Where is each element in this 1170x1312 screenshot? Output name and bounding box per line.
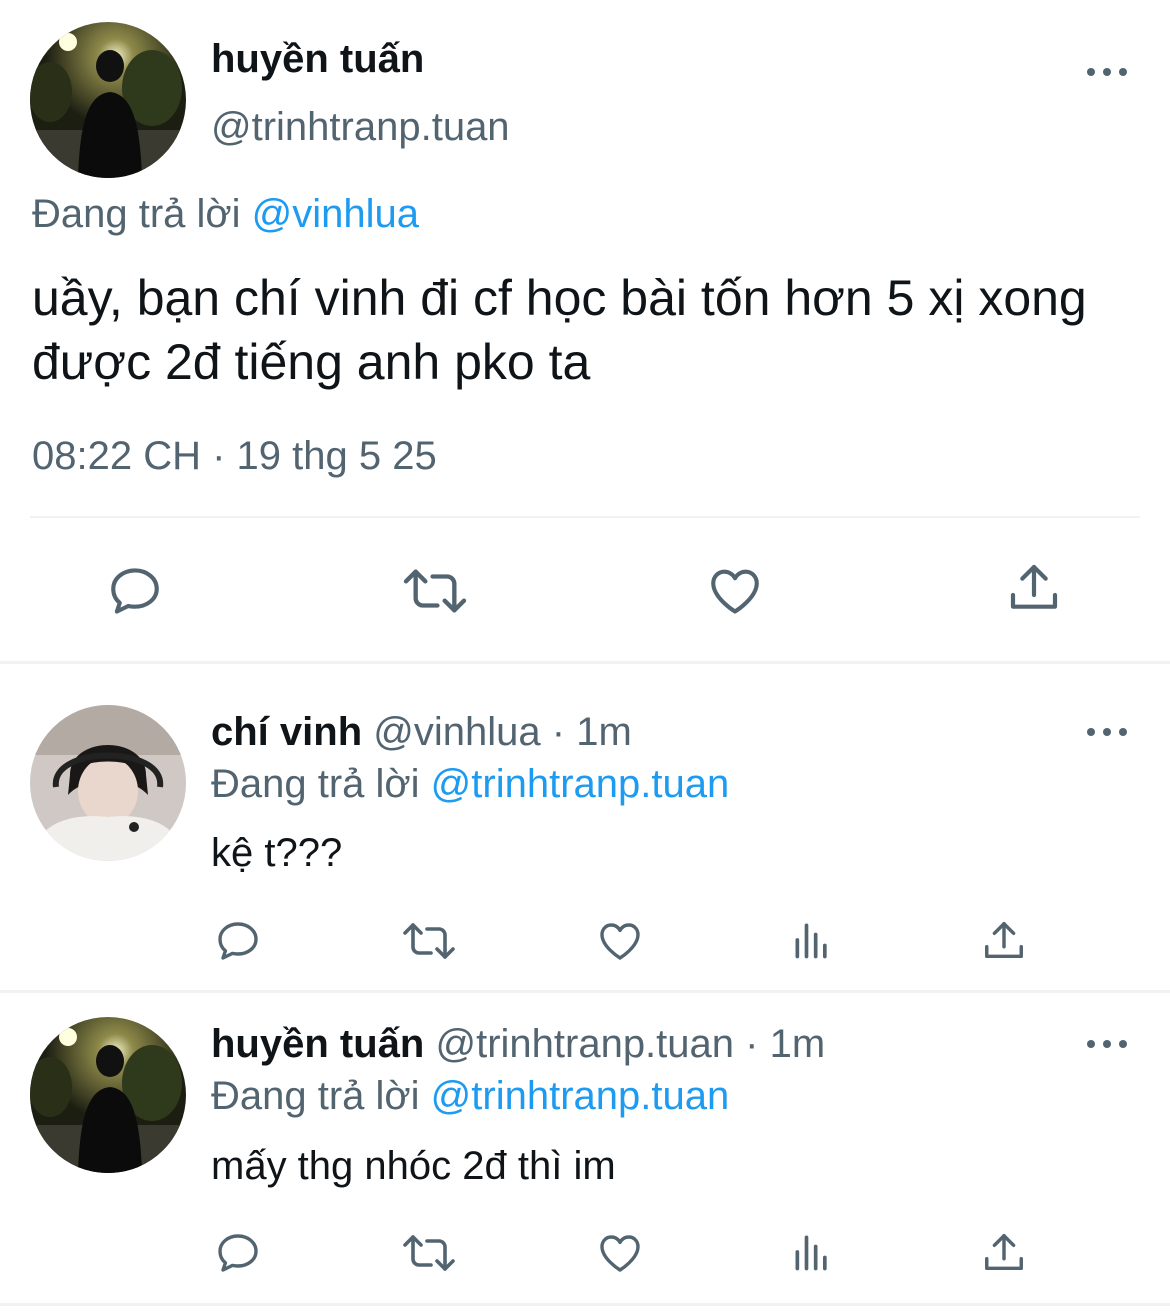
replying-to-line: Đang trả lời @trinhtranp.tuan xyxy=(211,761,729,807)
retweet-icon[interactable] xyxy=(400,1229,458,1277)
like-icon[interactable] xyxy=(596,1229,644,1277)
avatar-photo-night-park xyxy=(30,1017,186,1173)
avatar-chi-vinh[interactable] xyxy=(30,705,186,861)
replying-label: Đang trả lời xyxy=(211,1074,420,1118)
views-icon[interactable] xyxy=(790,1230,834,1274)
author-name[interactable]: chí vinh xyxy=(211,710,362,754)
tweet-text: uầy, bạn chí vinh đi cf học bài tốn hơn … xyxy=(32,270,1087,390)
replying-to-link[interactable]: @vinhlua xyxy=(252,192,419,236)
avatar-photo-night-park xyxy=(30,22,186,178)
reply-text: mấy thg nhóc 2đ thì im xyxy=(211,1144,616,1188)
reply-icon[interactable] xyxy=(214,917,262,965)
tweet-separator xyxy=(0,990,1170,993)
like-icon[interactable] xyxy=(706,562,764,620)
reply-time[interactable]: · 1m xyxy=(745,1022,825,1066)
author-handle[interactable]: @trinhtranp.tuan xyxy=(435,1022,734,1066)
reply-text: kệ t??? xyxy=(211,831,343,875)
replying-to-line: Đang trả lời @trinhtranp.tuan xyxy=(211,1073,729,1119)
share-icon[interactable] xyxy=(981,918,1027,964)
author-name[interactable]: huyền tuấn xyxy=(211,1022,424,1066)
views-icon[interactable] xyxy=(790,918,834,962)
reply-icon[interactable] xyxy=(106,562,164,620)
author-handle[interactable]: @vinhlua xyxy=(373,710,540,754)
replying-to-link[interactable]: @trinhtranp.tuan xyxy=(431,762,730,806)
more-options-icon[interactable] xyxy=(1087,62,1127,82)
avatar-huyen-tuan[interactable] xyxy=(30,22,186,178)
reply-time[interactable]: · 1m xyxy=(552,710,632,754)
avatar-photo-headset xyxy=(30,705,186,861)
replying-label: Đang trả lời xyxy=(211,762,420,806)
avatar-huyen-tuan[interactable] xyxy=(30,1017,186,1173)
share-icon[interactable] xyxy=(981,1230,1027,1276)
tweet-separator xyxy=(0,1303,1170,1306)
share-icon[interactable] xyxy=(1006,560,1062,616)
retweet-icon[interactable] xyxy=(401,562,469,620)
author-name[interactable]: huyền tuấn xyxy=(211,36,424,82)
author-handle[interactable]: @trinhtranp.tuan xyxy=(211,104,510,150)
reply-header: huyền tuấn @trinhtranp.tuan · 1m xyxy=(211,1021,825,1067)
divider xyxy=(30,516,1140,518)
tweet-timestamp[interactable]: 08:22 CH · 19 thg 5 25 xyxy=(32,433,437,479)
reply-icon[interactable] xyxy=(214,1229,262,1277)
like-icon[interactable] xyxy=(596,917,644,965)
replying-label: Đang trả lời xyxy=(32,192,241,236)
more-options-icon[interactable] xyxy=(1087,722,1127,742)
retweet-icon[interactable] xyxy=(400,917,458,965)
replying-to-line: Đang trả lời @vinhlua xyxy=(32,191,419,237)
reply-header: chí vinh @vinhlua · 1m xyxy=(211,709,632,755)
tweet-separator xyxy=(0,661,1170,664)
more-options-icon[interactable] xyxy=(1087,1034,1127,1054)
replying-to-link[interactable]: @trinhtranp.tuan xyxy=(431,1074,730,1118)
